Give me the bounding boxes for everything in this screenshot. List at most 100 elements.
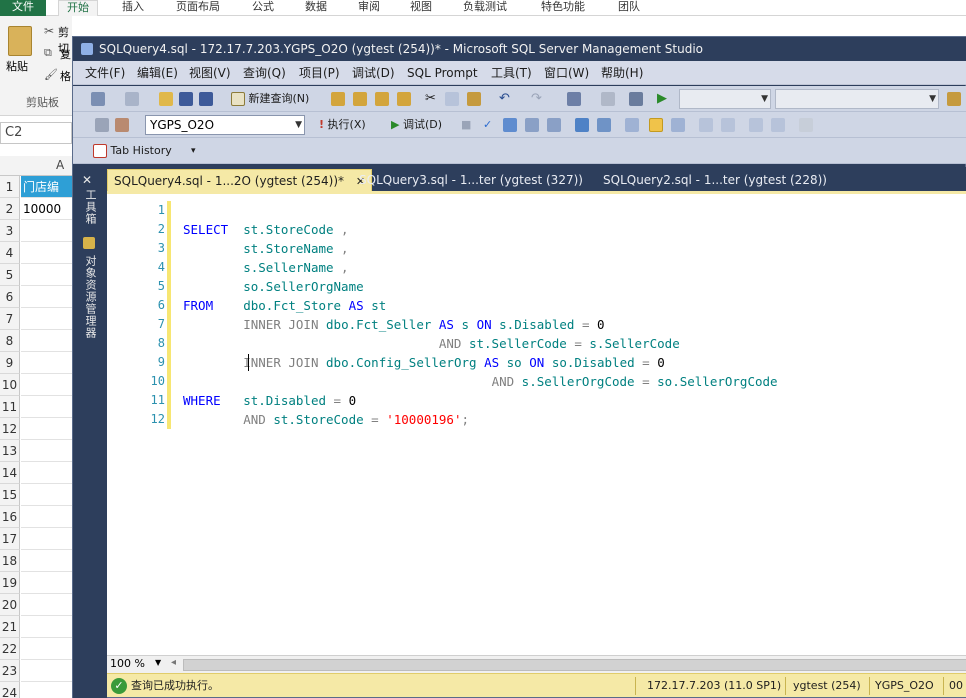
- scrollbar-thumb[interactable]: [183, 659, 966, 671]
- object-explorer-tab[interactable]: 对象资源管理器: [82, 255, 98, 339]
- cut-icon-ssms[interactable]: ✂: [425, 90, 436, 108]
- menu-edit[interactable]: 编辑(E): [137, 61, 178, 85]
- cell-a13[interactable]: [21, 440, 72, 462]
- menu-project[interactable]: 项目(P): [299, 61, 340, 85]
- debug-button[interactable]: ▶ 调试(D): [391, 116, 442, 134]
- cell-a20[interactable]: [21, 594, 72, 616]
- row-header[interactable]: 6: [0, 286, 20, 308]
- client-stats-icon[interactable]: [597, 118, 611, 132]
- row-header[interactable]: 18: [0, 550, 20, 572]
- copy-icon-ssms[interactable]: [445, 92, 459, 106]
- excel-tab-features[interactable]: 特色功能: [541, 0, 585, 16]
- save-icon[interactable]: [179, 92, 193, 106]
- cell-a5[interactable]: [21, 264, 72, 286]
- cancel-query-icon[interactable]: ■: [461, 116, 471, 134]
- zoom-dropdown-icon[interactable]: ▼: [155, 658, 161, 667]
- cell-a6[interactable]: [21, 286, 72, 308]
- object-explorer-icon[interactable]: [83, 237, 95, 249]
- row-header[interactable]: 13: [0, 440, 20, 462]
- doc-tab-sqlquery3[interactable]: SQLQuery3.sql - 1...ter (ygtest (327)): [353, 169, 589, 191]
- increase-indent-icon[interactable]: [771, 118, 785, 132]
- cut-icon[interactable]: ✂: [44, 24, 54, 38]
- name-box[interactable]: C2: [0, 122, 72, 144]
- xmla-query-icon[interactable]: [397, 92, 411, 106]
- row-header[interactable]: 7: [0, 308, 20, 330]
- cell-a12[interactable]: [21, 418, 72, 440]
- cell-a4[interactable]: [21, 242, 72, 264]
- cell-a17[interactable]: [21, 528, 72, 550]
- row-header[interactable]: 24: [0, 682, 20, 698]
- tab-history-button[interactable]: Tab History: [93, 142, 172, 160]
- menu-sql-prompt[interactable]: SQL Prompt: [407, 61, 478, 85]
- find-combo[interactable]: ▼: [775, 89, 939, 109]
- specify-values-icon[interactable]: [799, 118, 813, 132]
- cell-a21[interactable]: [21, 616, 72, 638]
- row-header[interactable]: 2: [0, 198, 20, 220]
- excel-tab-view[interactable]: 视图: [410, 0, 432, 16]
- navigate-icon[interactable]: [567, 92, 581, 106]
- results-grid-icon[interactable]: [649, 118, 663, 132]
- column-header-a[interactable]: A: [56, 158, 64, 172]
- cell-a18[interactable]: [21, 550, 72, 572]
- uncomment-icon[interactable]: [721, 118, 735, 132]
- cell-a19[interactable]: [21, 572, 72, 594]
- row-header[interactable]: 17: [0, 528, 20, 550]
- excel-tab-insert[interactable]: 插入: [122, 0, 144, 16]
- toolbar-overflow-icon[interactable]: ▾: [191, 142, 196, 160]
- add-item-icon[interactable]: [125, 92, 139, 106]
- db-query-icon[interactable]: [331, 92, 345, 106]
- menu-query[interactable]: 查询(Q): [243, 61, 286, 85]
- menu-window[interactable]: 窗口(W): [544, 61, 589, 85]
- row-header[interactable]: 1: [0, 176, 20, 198]
- intellisense-icon[interactable]: [547, 118, 561, 132]
- excel-tab-loadtest[interactable]: 负载测试: [463, 0, 507, 16]
- undo-icon[interactable]: ↶: [499, 90, 510, 108]
- scroll-left-icon[interactable]: ◂: [171, 657, 176, 668]
- row-header[interactable]: 21: [0, 616, 20, 638]
- change-connection-icon[interactable]: [115, 118, 129, 132]
- row-header[interactable]: 22: [0, 638, 20, 660]
- cell-a1[interactable]: 门店编: [21, 176, 72, 198]
- mdx-query-icon[interactable]: [375, 92, 389, 106]
- toolbox-icon[interactable]: ✕: [82, 173, 92, 187]
- row-header[interactable]: 12: [0, 418, 20, 440]
- cell-a3[interactable]: [21, 220, 72, 242]
- results-text-icon[interactable]: [625, 118, 639, 132]
- row-header[interactable]: 3: [0, 220, 20, 242]
- row-header[interactable]: 5: [0, 264, 20, 286]
- solution-config-combo[interactable]: ▼: [679, 89, 771, 109]
- row-header[interactable]: 8: [0, 330, 20, 352]
- query-editor[interactable]: 1 2 3 4 5 6 7 8 9 10 11 12 SELECT st.StoreCode , st…: [107, 191, 966, 660]
- cell-a9[interactable]: [21, 352, 72, 374]
- estimated-plan-icon[interactable]: [503, 118, 517, 132]
- cell-a2[interactable]: 10000: [21, 198, 72, 220]
- cell-a10[interactable]: [21, 374, 72, 396]
- row-header[interactable]: 11: [0, 396, 20, 418]
- decrease-indent-icon[interactable]: [749, 118, 763, 132]
- copy-button[interactable]: 复: [60, 46, 71, 62]
- connect-icon[interactable]: [95, 118, 109, 132]
- horizontal-scrollbar[interactable]: [183, 659, 966, 671]
- menu-file[interactable]: 文件(F): [85, 61, 125, 85]
- excel-tab-data[interactable]: 数据: [305, 0, 327, 16]
- row-header[interactable]: 10: [0, 374, 20, 396]
- cell-a14[interactable]: [21, 462, 72, 484]
- doc-tab-sqlquery4[interactable]: SQLQuery4.sql - 1...2O (ygtest (254))* ✕: [107, 169, 373, 191]
- row-header[interactable]: 16: [0, 506, 20, 528]
- cell-a7[interactable]: [21, 308, 72, 330]
- open-folder-icon[interactable]: [159, 92, 173, 106]
- excel-tab-home[interactable]: 开始: [58, 0, 98, 16]
- new-query-button[interactable]: 新建查询(N): [231, 90, 309, 108]
- format-painter-button[interactable]: 格: [60, 68, 71, 84]
- doc-tab-sqlquery2[interactable]: SQLQuery2.sql - 1...ter (ygtest (228)): [597, 169, 833, 191]
- cell-a22[interactable]: [21, 638, 72, 660]
- row-header[interactable]: 9: [0, 352, 20, 374]
- row-header[interactable]: 15: [0, 484, 20, 506]
- row-header[interactable]: 23: [0, 660, 20, 682]
- menu-help[interactable]: 帮助(H): [601, 61, 643, 85]
- paste-button[interactable]: 粘贴: [6, 58, 28, 74]
- save-all-icon[interactable]: [199, 92, 213, 106]
- copy-icon[interactable]: ⧉: [44, 46, 52, 60]
- excel-tab-formulas[interactable]: 公式: [252, 0, 274, 16]
- redo-icon[interactable]: ↷: [531, 90, 542, 108]
